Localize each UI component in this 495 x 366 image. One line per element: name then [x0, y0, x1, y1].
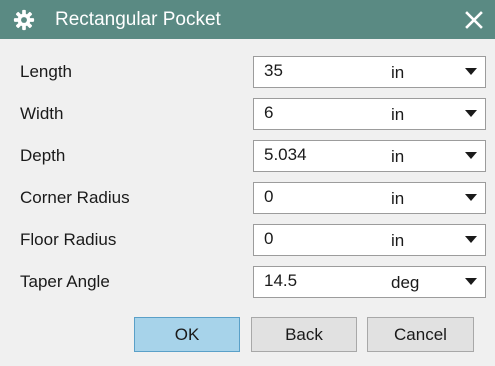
corner-radius-unit-dropdown[interactable]: in	[384, 183, 485, 213]
width-input[interactable]: 6	[264, 99, 273, 129]
title-bar[interactable]: Rectangular Pocket	[0, 0, 495, 39]
rectangular-pocket-dialog: Rectangular Pocket Length 35 in Width 6 …	[0, 0, 495, 366]
floor-radius-field: 0 in	[253, 224, 486, 256]
depth-unit-dropdown[interactable]: in	[384, 141, 485, 171]
back-button[interactable]: Back	[251, 317, 357, 352]
gear-icon	[13, 9, 35, 31]
width-row: Width 6 in	[0, 96, 495, 132]
length-field: 35 in	[253, 56, 486, 88]
ok-button[interactable]: OK	[134, 317, 240, 352]
corner-radius-input[interactable]: 0	[264, 183, 273, 213]
taper-angle-label: Taper Angle	[20, 272, 110, 291]
corner-radius-row: Corner Radius 0 in	[0, 180, 495, 216]
corner-radius-label: Corner Radius	[20, 188, 130, 207]
taper-angle-row: Taper Angle 14.5 deg	[0, 264, 495, 300]
chevron-down-icon	[465, 194, 477, 201]
cancel-button[interactable]: Cancel	[367, 317, 474, 352]
corner-radius-unit: in	[391, 189, 405, 208]
floor-radius-input[interactable]: 0	[264, 225, 273, 255]
taper-angle-unit-dropdown[interactable]: deg	[384, 267, 485, 297]
floor-radius-unit-dropdown[interactable]: in	[384, 225, 485, 255]
length-unit-dropdown[interactable]: in	[384, 57, 485, 87]
chevron-down-icon	[465, 152, 477, 159]
depth-row: Depth 5.034 in	[0, 138, 495, 174]
corner-radius-field: 0 in	[253, 182, 486, 214]
window-title: Rectangular Pocket	[55, 9, 221, 30]
chevron-down-icon	[465, 68, 477, 75]
chevron-down-icon	[465, 236, 477, 243]
width-label: Width	[20, 104, 64, 123]
taper-angle-input[interactable]: 14.5	[264, 267, 297, 297]
taper-angle-unit: deg	[391, 273, 420, 292]
depth-label: Depth	[20, 146, 66, 165]
width-unit-dropdown[interactable]: in	[384, 99, 485, 129]
depth-unit: in	[391, 147, 405, 166]
floor-radius-row: Floor Radius 0 in	[0, 222, 495, 258]
length-row: Length 35 in	[0, 54, 495, 90]
floor-radius-unit: in	[391, 231, 405, 250]
chevron-down-icon	[465, 110, 477, 117]
chevron-down-icon	[465, 278, 477, 285]
close-icon[interactable]	[463, 9, 485, 31]
depth-input[interactable]: 5.034	[264, 141, 307, 171]
length-input[interactable]: 35	[264, 57, 283, 87]
taper-angle-field: 14.5 deg	[253, 266, 486, 298]
length-unit: in	[391, 63, 405, 82]
width-unit: in	[391, 105, 405, 124]
length-label: Length	[20, 62, 72, 81]
floor-radius-label: Floor Radius	[20, 230, 117, 249]
depth-field: 5.034 in	[253, 140, 486, 172]
width-field: 6 in	[253, 98, 486, 130]
